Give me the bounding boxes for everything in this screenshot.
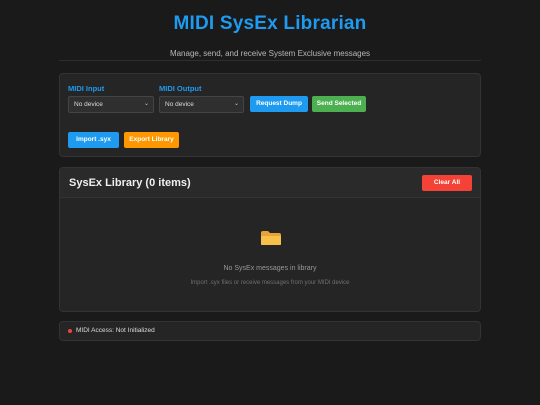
chevron-down-icon: ⌄	[233, 101, 239, 107]
empty-state-title: No SysEx messages in library	[223, 265, 317, 272]
status-text: MIDI Access: Not Initialized	[76, 327, 155, 334]
midi-output-select[interactable]: No device ⌄	[159, 96, 244, 113]
clear-all-button[interactable]: Clear All	[422, 175, 472, 191]
controls-panel: MIDI Input No device ⌄ MIDI Output No de…	[59, 73, 481, 157]
header-divider	[59, 60, 481, 61]
status-indicator	[68, 329, 72, 333]
folder-icon	[261, 231, 281, 245]
library-header: SysEx Library (0 items) Clear All	[60, 168, 480, 198]
library-title: SysEx Library (0 items)	[69, 177, 191, 189]
page-title: MIDI SysEx Librarian	[173, 13, 367, 34]
chevron-down-icon: ⌄	[143, 101, 149, 107]
empty-state-subtitle: Import .syx files or receive messages fr…	[190, 280, 350, 286]
status-bar: MIDI Access: Not Initialized	[59, 321, 481, 341]
midi-output-label: MIDI Output	[159, 84, 202, 93]
sysex-library-panel: SysEx Library (0 items) Clear All No Sys…	[59, 167, 481, 312]
midi-input-select[interactable]: No device ⌄	[68, 96, 154, 113]
import-syx-button[interactable]: Import .syx	[68, 132, 119, 148]
midi-output-value: No device	[165, 101, 194, 108]
send-selected-button[interactable]: Send Selected	[312, 96, 366, 112]
midi-input-label: MIDI Input	[68, 84, 105, 93]
page-header: MIDI SysEx Librarian Manage, send, and r…	[0, 0, 540, 58]
midi-input-value: No device	[74, 101, 103, 108]
page-subtitle: Manage, send, and receive System Exclusi…	[169, 49, 371, 58]
export-library-button[interactable]: Export Library	[124, 132, 179, 148]
request-dump-button[interactable]: Request Dump	[250, 96, 308, 112]
